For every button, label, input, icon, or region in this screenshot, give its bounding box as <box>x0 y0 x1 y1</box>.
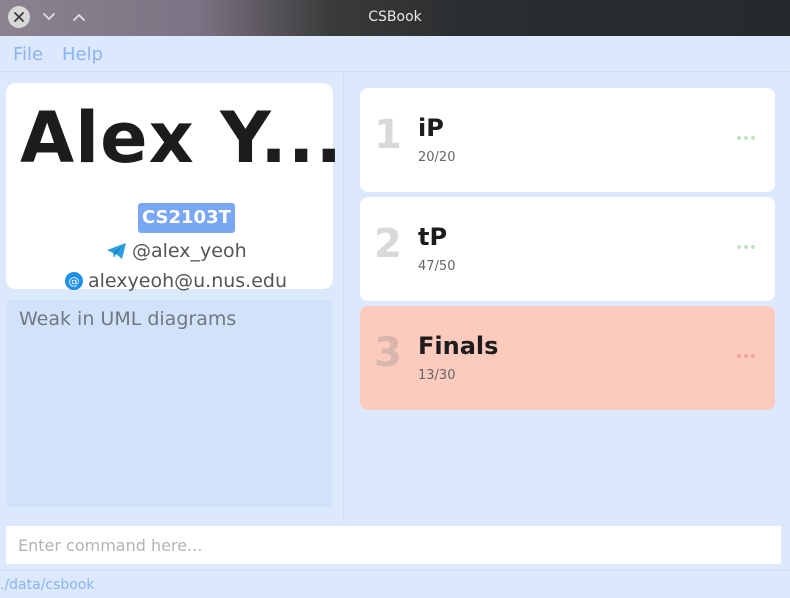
student-detail-panel: Alex Y... CS2103T @alex_yeoh @ alexyeoh@… <box>0 72 344 518</box>
email-address: alexyeoh@u.nus.edu <box>88 270 288 292</box>
menu-bar: File Help <box>0 36 790 72</box>
student-name: Alex Y... <box>20 97 344 179</box>
assessment-index: 2 <box>374 221 402 267</box>
menu-file[interactable]: File <box>13 44 43 65</box>
status-bar: ./data/csbook <box>0 570 790 598</box>
assessment-card-tp[interactable]: 2 tP 47/50 <box>360 197 775 301</box>
assessment-name: Finals <box>418 332 499 360</box>
assessment-card-finals[interactable]: 3 Finals 13/30 <box>360 306 775 410</box>
notes-area[interactable]: Weak in UML diagrams <box>7 300 332 507</box>
assessment-name: iP <box>418 114 444 142</box>
more-options-icon[interactable] <box>737 354 755 358</box>
title-bar: CSBook <box>0 0 790 36</box>
assessment-index: 1 <box>374 112 402 158</box>
telegram-icon <box>106 242 128 260</box>
email-icon: @ <box>64 271 84 291</box>
command-box <box>0 518 790 568</box>
assessment-name: tP <box>418 223 448 251</box>
telegram-handle: @alex_yeoh <box>132 240 247 262</box>
assessment-list: 1 iP 20/20 2 tP 47/50 3 Finals 13/30 <box>345 72 790 518</box>
profile-card: Alex Y... CS2103T @alex_yeoh @ alexyeoh@… <box>6 83 342 292</box>
email-row: @ alexyeoh@u.nus.edu <box>64 269 287 293</box>
assessment-score: 47/50 <box>418 259 456 274</box>
more-options-icon[interactable] <box>737 245 755 249</box>
window-title: CSBook <box>368 9 422 25</box>
assessment-card-ip[interactable]: 1 iP 20/20 <box>360 88 775 192</box>
more-options-icon[interactable] <box>737 136 755 140</box>
telegram-handle-row: @alex_yeoh <box>106 239 247 263</box>
assessment-score: 20/20 <box>418 150 456 165</box>
command-input[interactable] <box>6 526 781 564</box>
data-file-path: ./data/csbook <box>0 577 95 593</box>
module-tag: CS2103T <box>138 203 235 233</box>
svg-text:@: @ <box>69 275 80 288</box>
menu-help[interactable]: Help <box>62 44 103 65</box>
assessment-index: 3 <box>374 330 402 376</box>
assessment-score: 13/30 <box>418 368 456 383</box>
notes-text: Weak in UML diagrams <box>19 308 237 330</box>
